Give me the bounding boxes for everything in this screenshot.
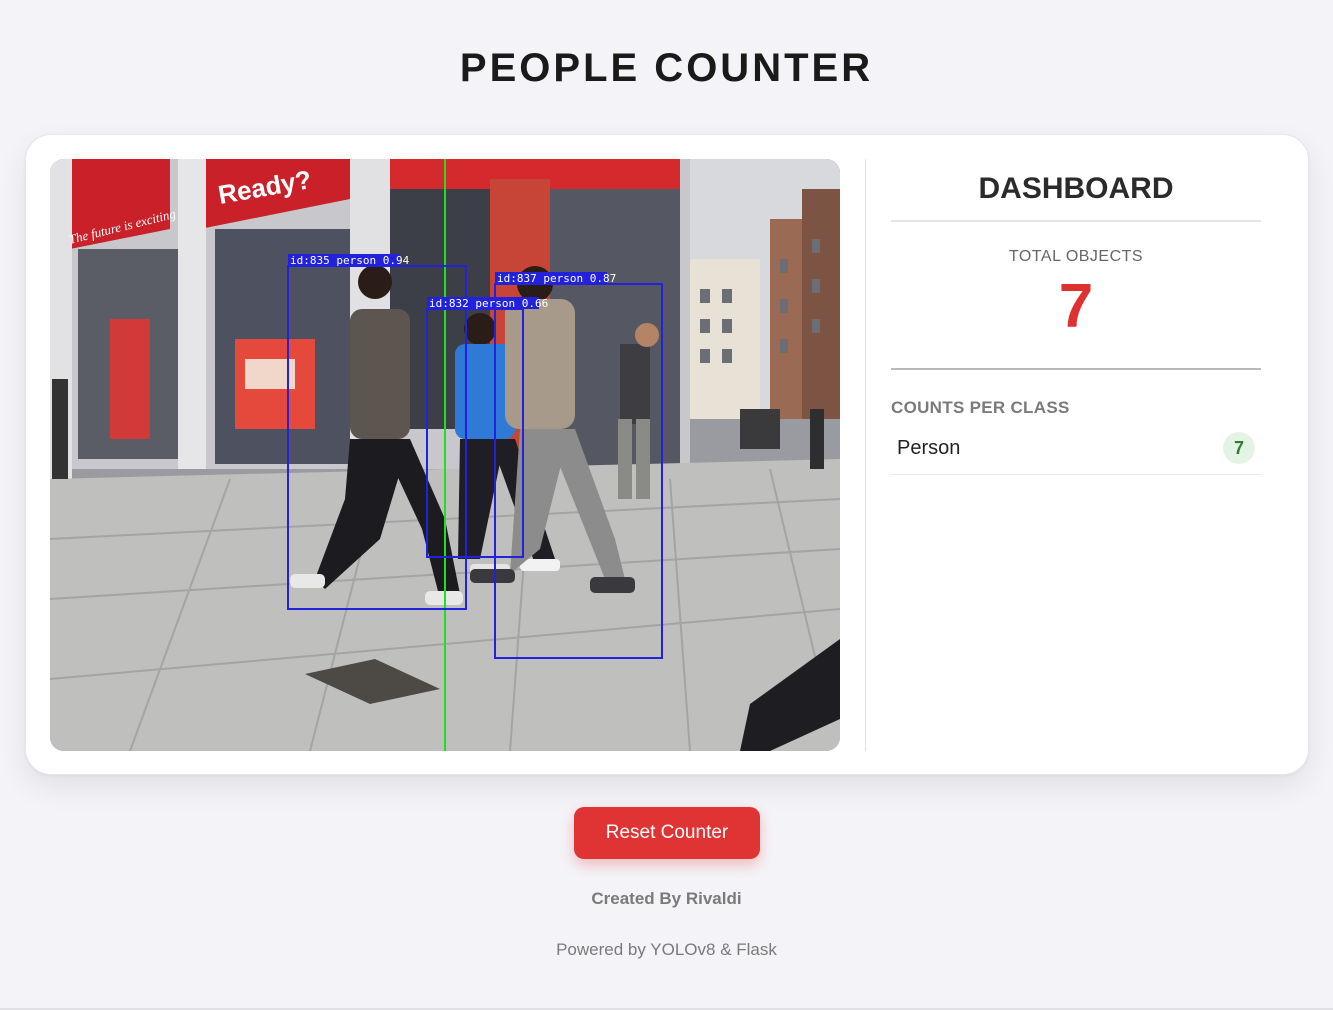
section-divider [891,368,1261,370]
class-count-badge: 7 [1223,432,1255,464]
main-card: Ready? The future is exciting id:835 per… [25,134,1309,775]
dashboard-title: DASHBOARD [891,159,1261,222]
class-row: Person 7 [891,418,1261,475]
page-title: PEOPLE COUNTER [459,46,874,90]
dashboard-panel: DASHBOARD TOTAL OBJECTS 7 COUNTS PER CLA… [891,159,1261,475]
detection-label: id:835 person 0.94 [290,254,410,267]
credit-text: Created By Rivaldi [591,889,742,908]
total-objects-value: 7 [1058,272,1094,341]
video-frame: Ready? The future is exciting id:835 per… [50,159,840,751]
class-name: Person [897,436,961,459]
counts-per-class-heading: COUNTS PER CLASS [891,398,1070,417]
detection-label: id:837 person 0.87 [497,272,616,285]
total-objects-label: TOTAL OBJECTS [1008,248,1144,265]
reset-counter-button[interactable]: Reset Counter [574,807,760,859]
powered-by-text: Powered by YOLOv8 & Flask [556,940,777,959]
video-feed: Ready? The future is exciting id:835 per… [50,159,840,751]
detection-label: id:832 person 0.66 [429,297,548,310]
panel-divider [865,159,866,751]
